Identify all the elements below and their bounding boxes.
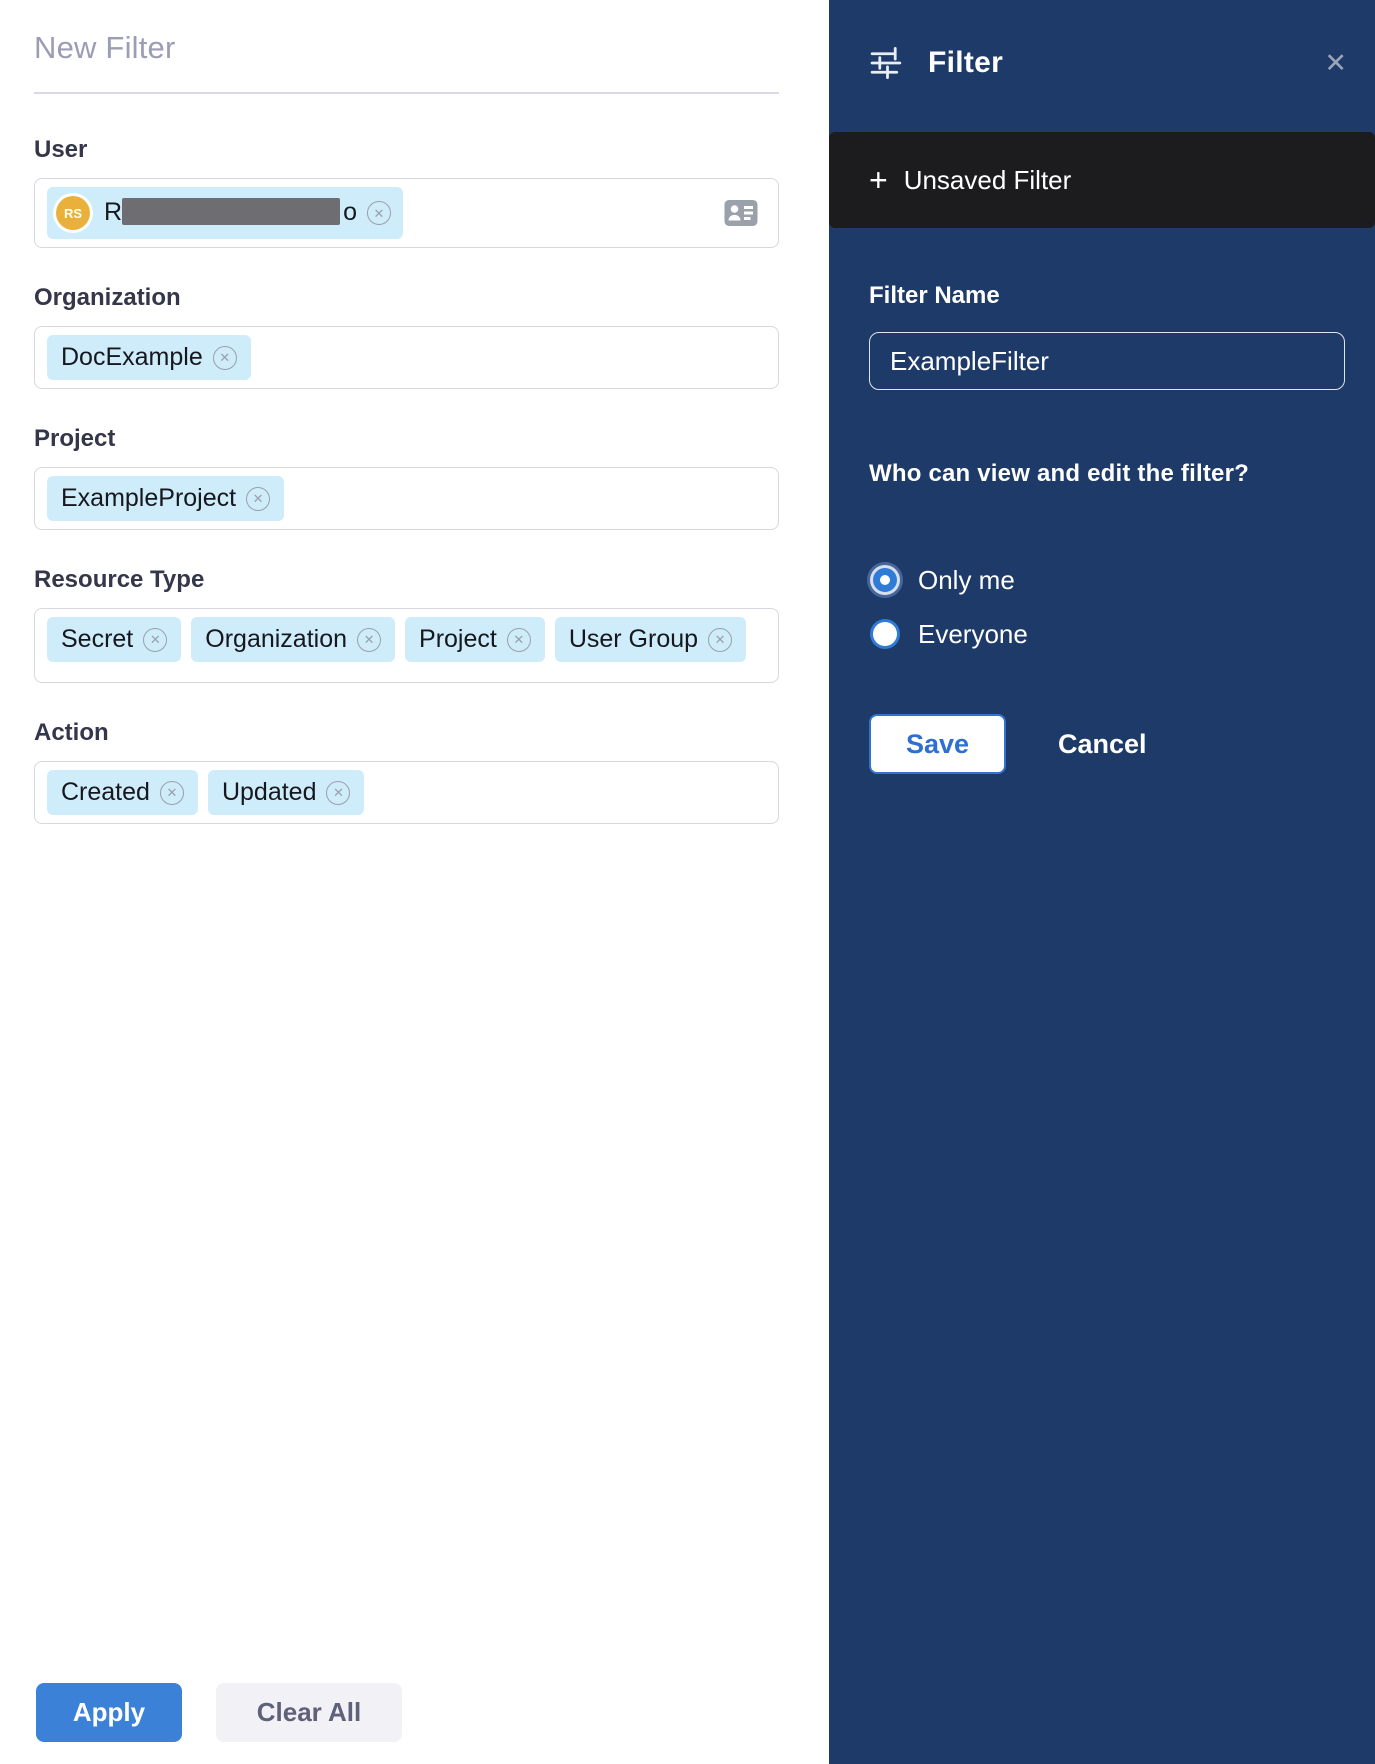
project-field-label: Project — [34, 425, 779, 453]
radio-unselected-icon[interactable] — [873, 622, 897, 646]
chip-close-icon[interactable]: ✕ — [326, 781, 350, 805]
title-divider — [34, 92, 779, 94]
visibility-question: Who can view and edit the filter? — [869, 460, 1345, 488]
chip-close-icon[interactable]: ✕ — [708, 628, 732, 652]
redaction-bar — [122, 198, 340, 225]
project-chip[interactable]: ExampleProject ✕ — [47, 476, 284, 521]
chip-close-icon[interactable]: ✕ — [246, 487, 270, 511]
chip-label: ExampleProject — [61, 484, 236, 513]
chip-close-icon[interactable]: ✕ — [507, 628, 531, 652]
chip-label: DocExample — [61, 343, 203, 372]
address-card-icon[interactable] — [724, 199, 758, 227]
organization-field-label: Organization — [34, 284, 779, 312]
radio-label: Everyone — [918, 619, 1028, 650]
chip-close-icon[interactable]: ✕ — [213, 346, 237, 370]
resource-type-chip[interactable]: User Group ✕ — [555, 617, 746, 662]
apply-button[interactable]: Apply — [36, 1683, 182, 1742]
resource-type-chip[interactable]: Organization ✕ — [191, 617, 395, 662]
chip-label: Updated — [222, 778, 317, 807]
chip-close-icon[interactable]: ✕ — [160, 781, 184, 805]
radio-label: Only me — [918, 565, 1015, 596]
plus-icon: + — [869, 164, 888, 196]
resource-type-chip[interactable]: Project ✕ — [405, 617, 545, 662]
resource-type-field-label: Resource Type — [34, 566, 779, 594]
user-chip-label: Ro — [104, 198, 357, 229]
action-field-label: Action — [34, 719, 779, 747]
save-button[interactable]: Save — [869, 714, 1006, 774]
new-filter-pane: New Filter User RS Ro ✕ Organization — [0, 0, 829, 1764]
action-chip[interactable]: Updated ✕ — [208, 770, 365, 815]
filter-panel-header: Filter ✕ — [829, 0, 1375, 80]
chip-label: User Group — [569, 625, 698, 654]
radio-everyone[interactable]: Everyone — [869, 616, 1345, 652]
visibility-radio-group: Only me Everyone — [869, 562, 1345, 652]
project-field[interactable]: ExampleProject ✕ — [34, 467, 779, 530]
radio-selected-icon[interactable] — [873, 568, 897, 592]
page-title: New Filter — [34, 30, 779, 66]
chip-close-icon[interactable]: ✕ — [357, 628, 381, 652]
chip-label: Created — [61, 778, 150, 807]
filter-panel: Filter ✕ + Unsaved Filter Filter Name Wh… — [829, 0, 1375, 1764]
action-field[interactable]: Created ✕ Updated ✕ — [34, 761, 779, 824]
radio-only-me[interactable]: Only me — [869, 562, 1345, 598]
unsaved-filter-tab[interactable]: + Unsaved Filter — [829, 132, 1375, 228]
panel-title: Filter — [928, 46, 1003, 80]
chip-label: Secret — [61, 625, 133, 654]
unsaved-filter-label: Unsaved Filter — [904, 165, 1072, 196]
chip-close-icon[interactable]: ✕ — [143, 628, 167, 652]
user-chip[interactable]: RS Ro ✕ — [47, 187, 403, 239]
chip-close-icon[interactable]: ✕ — [367, 201, 391, 225]
filter-name-input[interactable] — [869, 332, 1345, 390]
close-icon[interactable]: ✕ — [1324, 50, 1347, 77]
user-avatar: RS — [56, 196, 90, 230]
organization-chip[interactable]: DocExample ✕ — [47, 335, 251, 380]
organization-field[interactable]: DocExample ✕ — [34, 326, 779, 389]
filter-name-label: Filter Name — [869, 282, 1345, 310]
resource-type-chip[interactable]: Secret ✕ — [47, 617, 181, 662]
cancel-button[interactable]: Cancel — [1058, 729, 1147, 760]
chip-label: Organization — [205, 625, 347, 654]
clear-all-button[interactable]: Clear All — [216, 1683, 402, 1742]
action-chip[interactable]: Created ✕ — [47, 770, 198, 815]
user-field[interactable]: RS Ro ✕ — [34, 178, 779, 248]
sliders-icon — [869, 46, 906, 80]
user-field-label: User — [34, 136, 779, 164]
app-window: New Filter User RS Ro ✕ Organization — [0, 0, 1375, 1764]
chip-label: Project — [419, 625, 497, 654]
resource-type-field[interactable]: Secret ✕ Organization ✕ Project ✕ User G… — [34, 608, 779, 683]
